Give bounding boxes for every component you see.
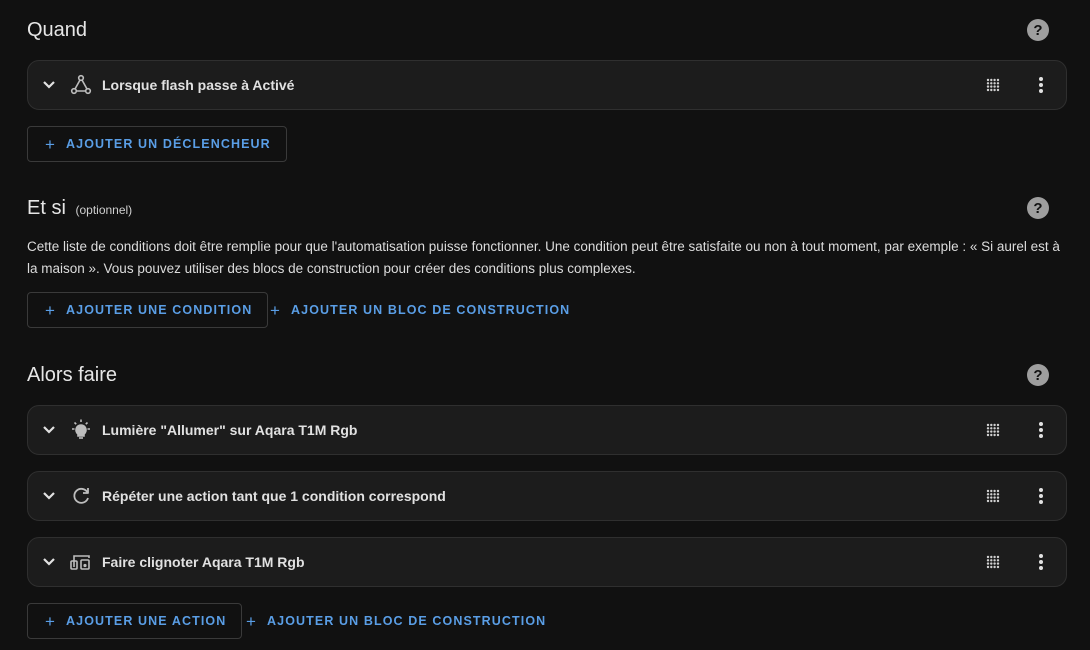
add-action-button[interactable]: + AJOUTER UNE ACTION (27, 603, 243, 639)
drag-handle-icon[interactable] (981, 484, 1005, 508)
section-title-etsi-text: Et si (27, 196, 66, 219)
chevron-down-icon[interactable] (39, 80, 59, 90)
drag-handle-icon[interactable] (981, 550, 1005, 574)
optional-label: (optionnel) (75, 202, 133, 217)
section-header-alors: Alors faire ? (27, 361, 1066, 389)
plus-icon: + (45, 134, 57, 154)
action-label: Faire clignoter Aqara T1M Rgb (102, 554, 305, 570)
add-condition-button[interactable]: + AJOUTER UNE CONDITION (27, 292, 269, 328)
add-trigger-label: AJOUTER UN DÉCLENCHEUR (66, 137, 271, 151)
drag-handle-icon[interactable] (981, 418, 1005, 442)
action-row[interactable]: Répéter une action tant que 1 condition … (27, 471, 1067, 521)
trigger-row[interactable]: Lorsque flash passe à Activé (27, 60, 1067, 110)
automation-editor: Quand ? Lorsque flash passe à Activé + A… (0, 0, 1090, 650)
conditions-description: Cette liste de conditions doit être remp… (27, 239, 1060, 276)
section-title-alors: Alors faire (27, 363, 118, 386)
add-action-label: AJOUTER UNE ACTION (66, 614, 227, 628)
section-header-quand: Quand ? (27, 16, 1066, 44)
section-title-etsi: Et si (optionnel) (27, 197, 132, 220)
add-trigger-button[interactable]: + AJOUTER UN DÉCLENCHEUR (27, 126, 287, 162)
add-action-block-label: AJOUTER UN BLOC DE CONSTRUCTION (267, 614, 547, 628)
section-title-quand: Quand (27, 18, 88, 41)
action-label: Lumière "Allumer" sur Aqara T1M Rgb (102, 422, 358, 438)
devices-icon (68, 549, 94, 575)
add-action-block-button[interactable]: + AJOUTER UN BLOC DE CONSTRUCTION (238, 603, 554, 639)
plus-icon: + (246, 611, 258, 631)
trigger-graph-icon (68, 72, 94, 98)
more-vert-icon[interactable] (1029, 550, 1053, 574)
action-row[interactable]: Lumière "Allumer" sur Aqara T1M Rgb (27, 405, 1067, 455)
chevron-down-icon[interactable] (39, 557, 59, 567)
drag-handle-icon[interactable] (981, 73, 1005, 97)
section-header-etsi: Et si (optionnel) ? (27, 194, 1066, 222)
help-icon[interactable]: ? (1027, 197, 1049, 219)
trigger-label: Lorsque flash passe à Activé (102, 77, 295, 93)
action-row[interactable]: Faire clignoter Aqara T1M Rgb (27, 537, 1067, 587)
more-vert-icon[interactable] (1029, 484, 1053, 508)
add-condition-block-button[interactable]: + AJOUTER UN BLOC DE CONSTRUCTION (262, 292, 578, 328)
help-icon[interactable]: ? (1027, 364, 1049, 386)
more-vert-icon[interactable] (1029, 418, 1053, 442)
chevron-down-icon[interactable] (39, 491, 59, 501)
lightbulb-icon (68, 417, 94, 443)
plus-icon: + (45, 300, 57, 320)
plus-icon: + (45, 611, 57, 631)
refresh-icon (68, 483, 94, 509)
add-condition-block-label: AJOUTER UN BLOC DE CONSTRUCTION (291, 303, 571, 317)
action-label: Répéter une action tant que 1 condition … (102, 488, 446, 504)
plus-icon: + (270, 300, 282, 320)
help-icon[interactable]: ? (1027, 19, 1049, 41)
more-vert-icon[interactable] (1029, 73, 1053, 97)
add-condition-label: AJOUTER UNE CONDITION (66, 303, 253, 317)
chevron-down-icon[interactable] (39, 425, 59, 435)
